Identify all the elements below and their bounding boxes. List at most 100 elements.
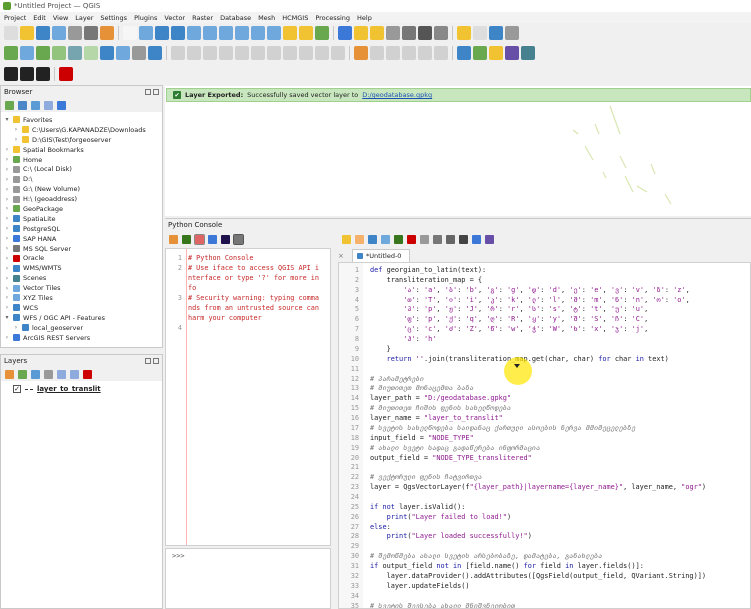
add-selected-layers-icon[interactable]: [18, 100, 27, 110]
chevron-right-icon[interactable]: ›: [4, 156, 10, 163]
chevron-down-icon[interactable]: ▾: [4, 116, 10, 123]
clear-console-icon[interactable]: [169, 234, 178, 244]
code-line[interactable]: 'ა': 'a', 'ბ': 'b', 'გ': 'g', 'დ': 'd', …: [370, 286, 690, 294]
code-line[interactable]: # პარამეტრები: [370, 375, 424, 383]
visibility-icon[interactable]: [31, 369, 40, 379]
code-line[interactable]: input_field = "NODE_TYPE": [370, 434, 474, 442]
code-line[interactable]: layer.updateFields(): [370, 582, 470, 590]
close-icon[interactable]: [153, 358, 159, 364]
save-edits-icon[interactable]: [187, 46, 201, 60]
editor-help-icon[interactable]: [485, 234, 494, 244]
code-line[interactable]: transliteration_map = {: [370, 276, 482, 284]
paste-features-icon[interactable]: [299, 46, 313, 60]
code-line[interactable]: 'თ': 'T', 'ი': 'i', 'კ': 'k', 'ლ': 'l', …: [370, 296, 690, 304]
code-line[interactable]: else:: [370, 523, 391, 531]
gps-icon[interactable]: [59, 67, 73, 81]
collapse-all-icon[interactable]: [70, 369, 79, 379]
python-console-icon[interactable]: [489, 26, 503, 40]
pan-icon[interactable]: [123, 26, 137, 40]
add-mssql-icon[interactable]: [132, 46, 146, 60]
quickmapservices-icon[interactable]: [521, 46, 535, 60]
open-in-external-editor-icon[interactable]: [355, 234, 364, 244]
float-icon[interactable]: [145, 89, 151, 95]
new-bookmark-icon[interactable]: [283, 26, 297, 40]
code-line[interactable]: output_field = "NODE_TYPE_translitered": [370, 454, 532, 462]
chevron-right-icon[interactable]: ›: [4, 225, 10, 232]
browser-item[interactable]: › GeoPackage: [1, 204, 162, 214]
zoom-native-icon[interactable]: [187, 26, 201, 40]
browser-item[interactable]: › C:\ (Local Disk): [1, 164, 162, 174]
add-vector-icon[interactable]: [36, 46, 50, 60]
statistics-icon[interactable]: [418, 26, 432, 40]
code-line[interactable]: 'ც': 'c', 'ძ': 'Z', 'წ': 'w', 'ჭ': 'W', …: [370, 325, 648, 333]
code-line[interactable]: layer = QgsVectorLayer(f"{layer_path}|la…: [370, 483, 706, 491]
remove-layer-icon[interactable]: [83, 369, 92, 379]
browser-item[interactable]: › SAP HANA: [1, 234, 162, 244]
browser-item[interactable]: › PostgreSQL: [1, 224, 162, 234]
close-tab-icon[interactable]: ×: [338, 252, 348, 262]
browser-item[interactable]: › WMS/WMTS: [1, 263, 162, 273]
show-bookmarks-icon[interactable]: [299, 26, 313, 40]
toggle-editing-icon[interactable]: [171, 46, 185, 60]
code-line[interactable]: # ახალი სვეტი სადაც გადაწერება ინფორმაცი…: [370, 444, 540, 452]
zoom-selection-icon[interactable]: [219, 26, 233, 40]
add-mesh-icon[interactable]: [68, 46, 82, 60]
browser-item[interactable]: › ArcGIS REST Servers: [1, 333, 162, 343]
pan-to-selection-icon[interactable]: [139, 26, 153, 40]
menu-item-help[interactable]: Help: [357, 14, 372, 22]
browser-item[interactable]: › D:\GIS\Test\forgeoserver: [1, 135, 162, 145]
comment-icon[interactable]: [459, 234, 468, 244]
chevron-right-icon[interactable]: ›: [4, 166, 10, 173]
save-icon[interactable]: [368, 234, 377, 244]
deselect-icon[interactable]: [370, 26, 384, 40]
rotate-label-icon[interactable]: [418, 46, 432, 60]
map-canvas[interactable]: [165, 86, 751, 216]
menu-item-vector[interactable]: Vector: [164, 14, 185, 22]
delete-selected-icon[interactable]: [251, 46, 265, 60]
add-spatialite-icon[interactable]: [116, 46, 130, 60]
menu-item-project[interactable]: Project: [4, 14, 26, 22]
save-project-icon[interactable]: [36, 26, 50, 40]
zoom-last-icon[interactable]: [251, 26, 265, 40]
zoom-in-icon[interactable]: [155, 26, 169, 40]
message-link[interactable]: D:/geodatabase.gpkg: [362, 91, 432, 99]
hcmgis-icon[interactable]: [473, 46, 487, 60]
code-line[interactable]: # ვექტორული ფენის ჩატვირთვა: [370, 473, 482, 481]
code-line[interactable]: layer_path = "D:/geodatabase.gpkg": [370, 394, 511, 402]
menu-item-processing[interactable]: Processing: [315, 14, 350, 22]
console-input[interactable]: >>>: [165, 548, 331, 609]
console-output-area[interactable]: 1 2 3 4 # Python Console # Use iface to acce…: [165, 248, 331, 546]
browser-item[interactable]: › Vector Tiles: [1, 283, 162, 293]
paste-icon[interactable]: [433, 234, 442, 244]
change-label-icon[interactable]: [434, 46, 448, 60]
zoom-out-icon[interactable]: [171, 26, 185, 40]
code-line[interactable]: 'პ': 'p', 'ჟ': 'J', 'რ': 'r', 'ს': 's', …: [370, 305, 648, 313]
cut-icon[interactable]: [407, 234, 416, 244]
layer-row[interactable]: ✓ layer_to_translit: [1, 381, 162, 393]
browser-item[interactable]: › XYZ Tiles: [1, 293, 162, 303]
code-line[interactable]: print("Layer loaded successfully!"): [370, 532, 532, 540]
save-as-icon[interactable]: [381, 234, 390, 244]
browser-item[interactable]: › SpatiaLite: [1, 214, 162, 224]
menu-item-database[interactable]: Database: [220, 14, 251, 22]
add-wms-icon[interactable]: [148, 46, 162, 60]
zoom-layer-icon[interactable]: [235, 26, 249, 40]
chevron-right-icon[interactable]: ›: [4, 245, 10, 252]
processing-icon[interactable]: [489, 46, 503, 60]
expand-all-icon[interactable]: [57, 369, 66, 379]
browser-item[interactable]: ▾ Favorites: [1, 115, 162, 125]
options-icon[interactable]: [208, 234, 217, 244]
browser-item[interactable]: › Scenes: [1, 273, 162, 283]
code-line[interactable]: if not layer.isValid():: [370, 503, 465, 511]
code-line[interactable]: # შემოწმება ახალი სვეტის არსებობაზე, დამ…: [370, 552, 602, 560]
move-feature-icon[interactable]: [4, 67, 18, 81]
code-line[interactable]: layer.dataProvider().addAttributes([QgsF…: [370, 572, 706, 580]
chevron-right-icon[interactable]: ›: [4, 334, 10, 341]
editor-tab[interactable]: *Untitled-0: [352, 249, 410, 262]
code-line[interactable]: def georgian_to_latin(text):: [370, 266, 486, 274]
plugin-icon[interactable]: [505, 26, 519, 40]
new-geopackage-icon[interactable]: [20, 46, 34, 60]
browser-item[interactable]: › Spatial Bookmarks: [1, 145, 162, 155]
code-line[interactable]: # მიუთითეთ ჩიშის ფენის სახელწოდება: [370, 404, 511, 412]
add-raster-icon[interactable]: [52, 46, 66, 60]
